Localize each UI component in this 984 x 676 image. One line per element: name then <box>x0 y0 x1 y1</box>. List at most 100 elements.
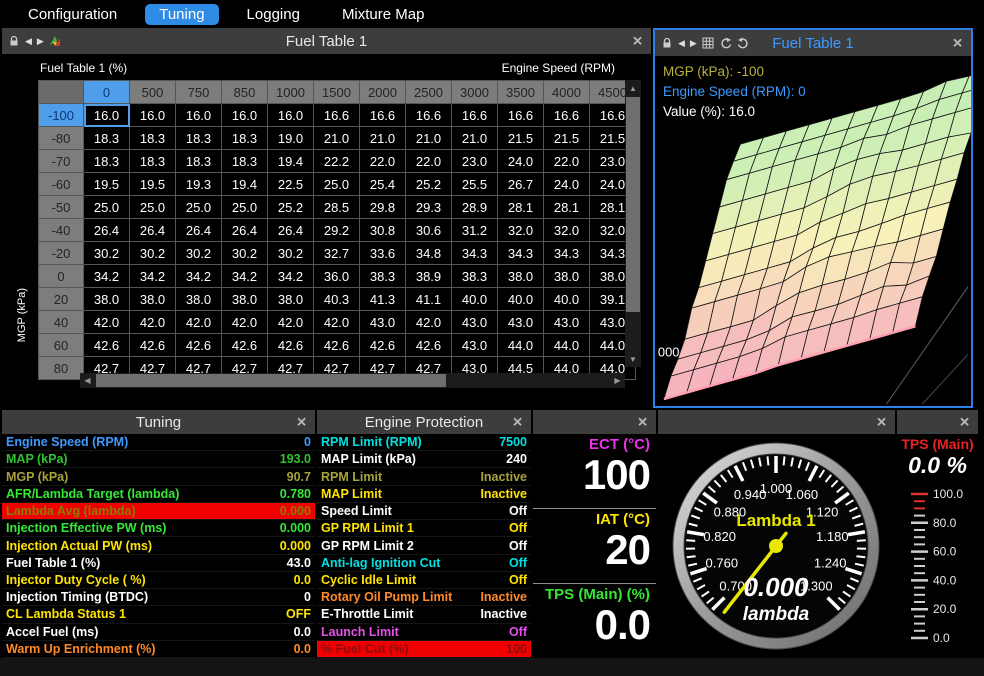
col-header-4000[interactable]: 4000 <box>544 81 590 104</box>
fuel-cell[interactable]: 38.3 <box>360 265 406 288</box>
row-header-0[interactable]: 0 <box>39 265 84 288</box>
fuel-cell[interactable]: 31.2 <box>452 219 498 242</box>
fuel-cell[interactable]: 30.6 <box>406 219 452 242</box>
fuel-cell[interactable]: 43.0 <box>544 311 590 334</box>
fuel-cell[interactable]: 42.6 <box>130 334 176 357</box>
row-header-60[interactable]: 60 <box>39 334 84 357</box>
fuel-cell[interactable]: 21.0 <box>360 127 406 150</box>
next-table-icon[interactable]: ▶ <box>690 38 697 49</box>
fuel-cell[interactable]: 26.4 <box>176 219 222 242</box>
row-header-80[interactable]: 80 <box>39 357 84 380</box>
fuel-cell[interactable]: 16.6 <box>406 104 452 127</box>
runtime-row[interactable]: Rotary Oil Pump LimitInactive <box>317 589 531 606</box>
runtime-row[interactable]: MAP (kPa)193.0 <box>2 451 315 468</box>
fuel-cell[interactable]: 42.0 <box>130 311 176 334</box>
fuel-cell[interactable]: 23.0 <box>452 150 498 173</box>
fuel-cell[interactable]: 16.6 <box>314 104 360 127</box>
surface-panel-resize-icon[interactable]: ✕ <box>952 37 963 50</box>
fuel-cell[interactable]: 43.0 <box>452 311 498 334</box>
fuel-cell[interactable]: 25.4 <box>360 173 406 196</box>
digital-gauge[interactable]: TPS (Main) (%)0.0 <box>533 583 656 658</box>
runtime-row[interactable]: CL Lambda Status 1OFF <box>2 606 315 623</box>
fuel-cell[interactable]: 43.0 <box>498 311 544 334</box>
runtime-row[interactable]: Warm Up Enrichment (%)0.0 <box>2 641 315 658</box>
fuel-cell[interactable]: 34.8 <box>406 242 452 265</box>
fuel-cell[interactable]: 18.3 <box>130 127 176 150</box>
fuel-cell[interactable]: 38.3 <box>452 265 498 288</box>
tuning-panel-resize-icon[interactable]: ✕ <box>296 416 307 429</box>
fuel-cell[interactable]: 34.2 <box>222 265 268 288</box>
runtime-row[interactable]: MAP LimitInactive <box>317 486 531 503</box>
scroll-up-icon[interactable]: ▲ <box>625 80 641 96</box>
lambda-gauge[interactable]: 0.7000.7600.8200.8800.9401.0001.0601.120… <box>658 434 895 658</box>
scroll-down-icon[interactable]: ▼ <box>625 351 641 367</box>
fuel-cell[interactable]: 28.5 <box>314 196 360 219</box>
fuel-cell[interactable]: 38.0 <box>176 288 222 311</box>
col-header-0[interactable]: 0 <box>84 81 130 104</box>
fuel-cell[interactable]: 40.0 <box>452 288 498 311</box>
fuel-cell[interactable]: 38.9 <box>406 265 452 288</box>
col-header-750[interactable]: 750 <box>176 81 222 104</box>
grid-view-icon[interactable] <box>702 37 714 49</box>
fuel-cell[interactable]: 32.0 <box>498 219 544 242</box>
fuel-cell[interactable]: 38.0 <box>498 265 544 288</box>
row-header--100[interactable]: -100 <box>39 104 84 127</box>
fuel-cell[interactable]: 34.3 <box>544 242 590 265</box>
runtime-row[interactable]: Engine Speed (RPM)0 <box>2 434 315 451</box>
lock-icon[interactable] <box>661 37 673 49</box>
col-header-3500[interactable]: 3500 <box>498 81 544 104</box>
menu-item-logging[interactable]: Logging <box>233 4 314 25</box>
fuel-cell[interactable]: 16.0 <box>84 104 130 127</box>
fuel-cell[interactable]: 19.0 <box>268 127 314 150</box>
fuel-cell[interactable]: 21.0 <box>452 127 498 150</box>
fuel-cell[interactable]: 19.4 <box>268 150 314 173</box>
fuel-cell[interactable]: 38.0 <box>84 288 130 311</box>
fuel-cell[interactable]: 26.4 <box>130 219 176 242</box>
col-header-1500[interactable]: 1500 <box>314 81 360 104</box>
fuel-cell[interactable]: 19.5 <box>130 173 176 196</box>
digital-panel-header[interactable]: ✕ <box>533 410 656 434</box>
fuel-cell[interactable]: 42.6 <box>222 334 268 357</box>
horizontal-scroll-thumb[interactable] <box>96 374 446 387</box>
engine-protection-resize-icon[interactable]: ✕ <box>512 416 523 429</box>
fuel-cell[interactable]: 18.3 <box>176 150 222 173</box>
fuel-cell[interactable]: 18.3 <box>222 150 268 173</box>
fuel-cell[interactable]: 42.6 <box>360 334 406 357</box>
vertical-scroll-thumb[interactable] <box>626 97 640 312</box>
fuel-cell[interactable]: 38.0 <box>222 288 268 311</box>
fuel-cell[interactable]: 42.0 <box>406 311 452 334</box>
fuel-cell[interactable]: 41.1 <box>406 288 452 311</box>
fuel-cell[interactable]: 32.0 <box>544 219 590 242</box>
fuel-cell[interactable]: 34.2 <box>84 265 130 288</box>
runtime-row[interactable]: RPM LimitInactive <box>317 468 531 485</box>
fuel-cell[interactable]: 22.2 <box>314 150 360 173</box>
surface-panel-header[interactable]: ◀ ▶ Fuel Table 1 ✕ <box>655 30 971 56</box>
col-header-3000[interactable]: 3000 <box>452 81 498 104</box>
rotate-ccw-icon[interactable] <box>719 37 732 49</box>
runtime-row[interactable]: Speed LimitOff <box>317 503 531 520</box>
fuel-cell[interactable]: 42.0 <box>176 311 222 334</box>
fuel-cell[interactable]: 42.0 <box>222 311 268 334</box>
col-header-850[interactable]: 850 <box>222 81 268 104</box>
fuel-cell[interactable]: 25.0 <box>222 196 268 219</box>
fuel-cell[interactable]: 40.0 <box>498 288 544 311</box>
runtime-row[interactable]: Launch LimitOff <box>317 624 531 641</box>
fuel-cell[interactable]: 18.3 <box>176 127 222 150</box>
fuel-cell[interactable]: 19.5 <box>84 173 130 196</box>
fuel-cell[interactable]: 36.0 <box>314 265 360 288</box>
fuel-cell[interactable]: 19.3 <box>176 173 222 196</box>
colormap-icon[interactable] <box>49 35 61 47</box>
menu-item-configuration[interactable]: Configuration <box>14 4 131 25</box>
fuel-cell[interactable]: 44.0 <box>498 334 544 357</box>
lock-icon[interactable] <box>8 35 20 47</box>
fuel-cell[interactable]: 28.9 <box>452 196 498 219</box>
fuel-cell[interactable]: 21.0 <box>314 127 360 150</box>
col-header-1000[interactable]: 1000 <box>268 81 314 104</box>
fuel-cell[interactable]: 26.4 <box>268 219 314 242</box>
menu-item-tuning[interactable]: Tuning <box>145 4 218 25</box>
fuel-cell[interactable]: 25.0 <box>176 196 222 219</box>
fuel-cell[interactable]: 34.2 <box>176 265 222 288</box>
fuel-cell[interactable]: 30.8 <box>360 219 406 242</box>
fuel-cell[interactable]: 29.8 <box>360 196 406 219</box>
runtime-row[interactable]: Accel Fuel (ms)0.0 <box>2 624 315 641</box>
